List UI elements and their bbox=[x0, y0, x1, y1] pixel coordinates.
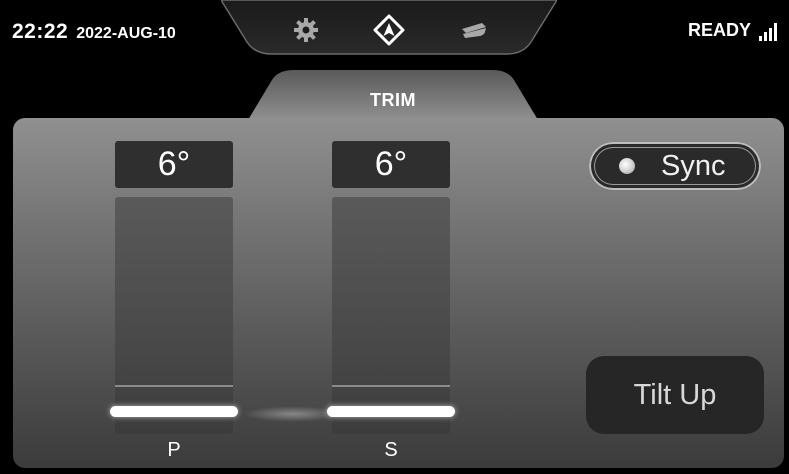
trim-panel: 6° P 6° S Sync Tilt Up bbox=[13, 118, 784, 468]
port-trim-bar bbox=[115, 197, 233, 434]
tab-label: TRIM bbox=[370, 90, 416, 110]
sync-label: Sync bbox=[661, 150, 726, 182]
starboard-trim-bar bbox=[332, 197, 450, 434]
status-area: READY bbox=[688, 20, 777, 41]
port-reference-line bbox=[115, 385, 233, 387]
clock: 22:22 2022-AUG-10 bbox=[12, 20, 176, 44]
date-display: 2022-AUG-10 bbox=[76, 25, 176, 42]
starboard-reference-line bbox=[332, 385, 450, 387]
sync-toggle-button[interactable]: Sync bbox=[589, 142, 761, 190]
port-trim-indicator[interactable] bbox=[110, 406, 238, 417]
sync-indicator-dot bbox=[619, 158, 635, 174]
starboard-angle-readout: 6° bbox=[332, 141, 450, 188]
tilt-up-button[interactable]: Tilt Up bbox=[586, 356, 764, 434]
boat-icon[interactable] bbox=[457, 14, 491, 46]
starboard-label: S bbox=[384, 439, 398, 461]
settings-gear-icon[interactable] bbox=[289, 14, 323, 46]
status-text: READY bbox=[687, 20, 751, 40]
port-angle-readout: 6° bbox=[115, 141, 233, 188]
starboard-trim-indicator[interactable] bbox=[327, 406, 455, 417]
tab-trim[interactable]: TRIM bbox=[248, 68, 538, 120]
time-display: 22:22 bbox=[12, 20, 69, 43]
trim-screen: 22:22 2022-AUG-10 READY TRIM 6° P 6° S S… bbox=[0, 0, 789, 474]
navigation-arrow-icon[interactable] bbox=[372, 14, 406, 46]
signal-bars-icon bbox=[759, 23, 777, 41]
top-status-bar: 22:22 2022-AUG-10 READY bbox=[0, 0, 789, 66]
nav-panel bbox=[221, 0, 557, 58]
port-label: P bbox=[167, 439, 181, 461]
